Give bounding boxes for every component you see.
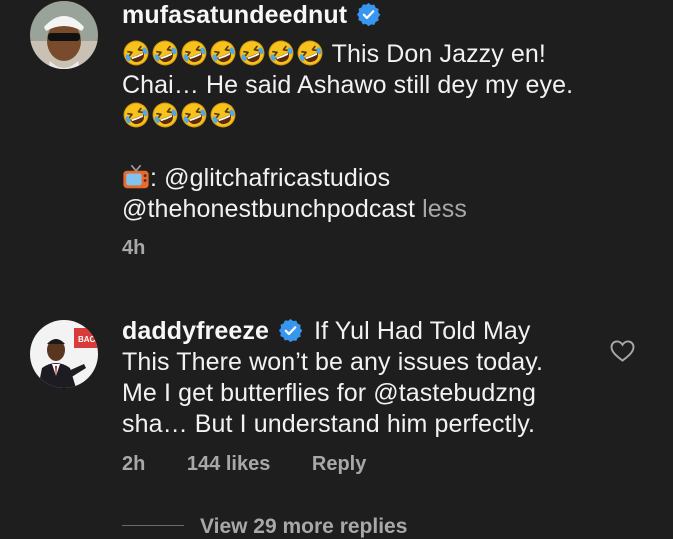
comment-text-line: This Don Jazzy en! <box>122 39 633 70</box>
comment-text-line: This There won’t be any issues today. <box>122 348 544 376</box>
comment-meta: 2h 144 likes Reply <box>122 453 633 476</box>
rolling-laughing-emoji-icon <box>296 39 324 67</box>
rolling-laughing-emoji-icon <box>180 39 208 67</box>
comment-text-line: Chai… He said Ashawo still dey my eye. <box>122 71 574 99</box>
rolling-laughing-emoji-icon <box>151 39 179 67</box>
emoji-line <box>122 101 633 132</box>
comment-text: This Don Jazzy en! <box>325 40 546 68</box>
rolling-laughing-emoji-icon <box>209 39 237 67</box>
view-more-replies[interactable]: View 29 more replies <box>122 515 407 539</box>
rolling-laughing-emoji-icon <box>180 101 208 129</box>
comment-text-line: sha… But I understand him perfectly. <box>122 410 536 438</box>
verified-badge-icon <box>356 2 381 27</box>
less-button[interactable]: less <box>415 195 467 223</box>
rolling-laughing-emoji-icon <box>238 39 266 67</box>
emoji-group <box>122 40 325 68</box>
reply-button[interactable]: Reply <box>312 453 366 475</box>
rolling-laughing-emoji-icon <box>151 101 179 129</box>
comment-text: If Yul Had Told May <box>307 317 531 345</box>
comment-time: 4h <box>122 237 146 259</box>
comment-meta: 4h <box>122 237 633 260</box>
avatar[interactable]: BACK <box>30 320 98 388</box>
comment-text-line: Me I get butterflies for @tastebudzng <box>122 379 537 407</box>
rolling-laughing-emoji-icon <box>122 101 150 129</box>
divider <box>122 525 184 526</box>
view-replies-label[interactable]: View 29 more replies <box>200 515 407 538</box>
avatar[interactable] <box>30 1 98 69</box>
television-icon <box>123 164 149 189</box>
rolling-laughing-emoji-icon <box>122 39 150 67</box>
mention-link[interactable]: : @glitchafricastudios <box>150 164 390 192</box>
rolling-laughing-emoji-icon <box>267 39 295 67</box>
comment-text-line: daddyfreeze If Yul Had Told May <box>122 316 633 347</box>
comment-time: 2h <box>122 453 146 475</box>
mention-link[interactable]: @thehonestbunchpodcast <box>122 195 415 223</box>
likes-count[interactable]: 144 likes <box>187 453 270 475</box>
heart-icon[interactable] <box>610 340 635 362</box>
svg-text:BACK: BACK <box>78 335 98 344</box>
rolling-laughing-emoji-icon <box>209 101 237 129</box>
comment-header: mufasatundeednut <box>122 0 633 31</box>
username[interactable]: mufasatundeednut <box>122 1 347 29</box>
comment-text-line: @thehonestbunchpodcast less <box>122 194 633 225</box>
username[interactable]: daddyfreeze <box>122 317 269 345</box>
comment-text-line: : @glitchafricastudios <box>122 163 633 194</box>
verified-badge-icon <box>278 318 303 343</box>
